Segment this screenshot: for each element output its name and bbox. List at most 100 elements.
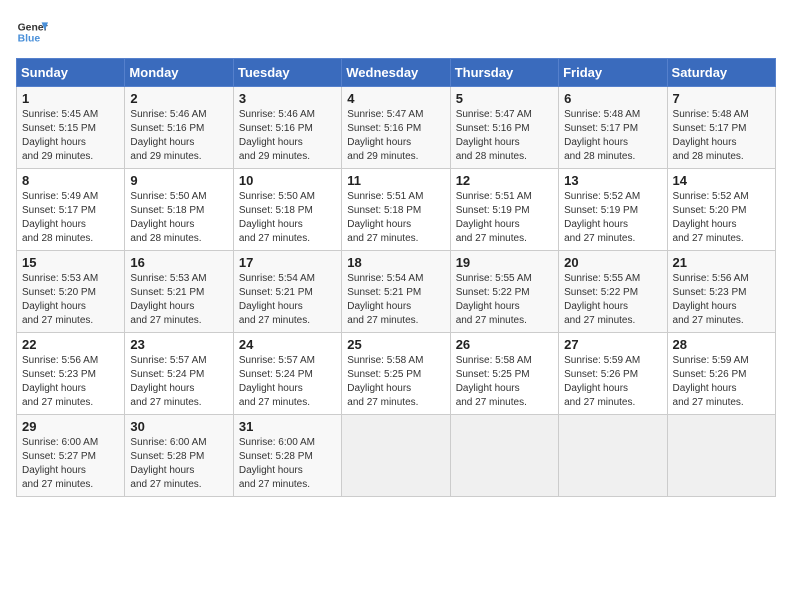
day-info: Sunrise: 5:51 AM Sunset: 5:18 PM Dayligh… <box>347 190 444 246</box>
day-info: Sunrise: 5:47 AM Sunset: 5:16 PM Dayligh… <box>456 108 553 164</box>
day-number: 16 <box>130 255 227 270</box>
day-number: 9 <box>130 173 227 188</box>
weekday-header: Tuesday <box>233 59 341 87</box>
day-info: Sunrise: 5:58 AM Sunset: 5:25 PM Dayligh… <box>456 354 553 410</box>
day-number: 27 <box>564 337 661 352</box>
calendar-cell: 14 Sunrise: 5:52 AM Sunset: 5:20 PM Dayl… <box>667 169 775 251</box>
day-number: 1 <box>22 91 119 106</box>
day-number: 10 <box>239 173 336 188</box>
calendar-cell: 9 Sunrise: 5:50 AM Sunset: 5:18 PM Dayli… <box>125 169 233 251</box>
calendar-cell: 12 Sunrise: 5:51 AM Sunset: 5:19 PM Dayl… <box>450 169 558 251</box>
calendar-cell: 7 Sunrise: 5:48 AM Sunset: 5:17 PM Dayli… <box>667 87 775 169</box>
day-number: 25 <box>347 337 444 352</box>
calendar-cell: 10 Sunrise: 5:50 AM Sunset: 5:18 PM Dayl… <box>233 169 341 251</box>
calendar-cell: 16 Sunrise: 5:53 AM Sunset: 5:21 PM Dayl… <box>125 251 233 333</box>
day-info: Sunrise: 5:49 AM Sunset: 5:17 PM Dayligh… <box>22 190 119 246</box>
calendar-cell: 8 Sunrise: 5:49 AM Sunset: 5:17 PM Dayli… <box>17 169 125 251</box>
day-info: Sunrise: 5:53 AM Sunset: 5:20 PM Dayligh… <box>22 272 119 328</box>
day-number: 24 <box>239 337 336 352</box>
calendar-cell: 5 Sunrise: 5:47 AM Sunset: 5:16 PM Dayli… <box>450 87 558 169</box>
calendar-header-row: SundayMondayTuesdayWednesdayThursdayFrid… <box>17 59 776 87</box>
day-info: Sunrise: 5:54 AM Sunset: 5:21 PM Dayligh… <box>347 272 444 328</box>
calendar-week-row: 8 Sunrise: 5:49 AM Sunset: 5:17 PM Dayli… <box>17 169 776 251</box>
day-info: Sunrise: 5:54 AM Sunset: 5:21 PM Dayligh… <box>239 272 336 328</box>
day-number: 11 <box>347 173 444 188</box>
day-number: 13 <box>564 173 661 188</box>
day-info: Sunrise: 5:52 AM Sunset: 5:20 PM Dayligh… <box>673 190 770 246</box>
day-info: Sunrise: 5:59 AM Sunset: 5:26 PM Dayligh… <box>673 354 770 410</box>
calendar-week-row: 1 Sunrise: 5:45 AM Sunset: 5:15 PM Dayli… <box>17 87 776 169</box>
day-info: Sunrise: 5:53 AM Sunset: 5:21 PM Dayligh… <box>130 272 227 328</box>
day-number: 23 <box>130 337 227 352</box>
day-info: Sunrise: 5:55 AM Sunset: 5:22 PM Dayligh… <box>564 272 661 328</box>
day-number: 15 <box>22 255 119 270</box>
calendar-cell: 19 Sunrise: 5:55 AM Sunset: 5:22 PM Dayl… <box>450 251 558 333</box>
calendar-table: SundayMondayTuesdayWednesdayThursdayFrid… <box>16 58 776 497</box>
calendar-cell: 28 Sunrise: 5:59 AM Sunset: 5:26 PM Dayl… <box>667 333 775 415</box>
calendar-cell <box>342 415 450 497</box>
calendar-cell: 25 Sunrise: 5:58 AM Sunset: 5:25 PM Dayl… <box>342 333 450 415</box>
day-info: Sunrise: 5:52 AM Sunset: 5:19 PM Dayligh… <box>564 190 661 246</box>
day-info: Sunrise: 5:55 AM Sunset: 5:22 PM Dayligh… <box>456 272 553 328</box>
calendar-cell: 21 Sunrise: 5:56 AM Sunset: 5:23 PM Dayl… <box>667 251 775 333</box>
calendar-cell: 29 Sunrise: 6:00 AM Sunset: 5:27 PM Dayl… <box>17 415 125 497</box>
day-number: 20 <box>564 255 661 270</box>
day-number: 30 <box>130 419 227 434</box>
calendar-cell: 24 Sunrise: 5:57 AM Sunset: 5:24 PM Dayl… <box>233 333 341 415</box>
day-info: Sunrise: 6:00 AM Sunset: 5:27 PM Dayligh… <box>22 436 119 492</box>
calendar-cell: 3 Sunrise: 5:46 AM Sunset: 5:16 PM Dayli… <box>233 87 341 169</box>
day-number: 5 <box>456 91 553 106</box>
day-number: 21 <box>673 255 770 270</box>
calendar-cell: 18 Sunrise: 5:54 AM Sunset: 5:21 PM Dayl… <box>342 251 450 333</box>
svg-text:Blue: Blue <box>18 34 41 45</box>
calendar-cell: 26 Sunrise: 5:58 AM Sunset: 5:25 PM Dayl… <box>450 333 558 415</box>
day-info: Sunrise: 6:00 AM Sunset: 5:28 PM Dayligh… <box>130 436 227 492</box>
day-number: 26 <box>456 337 553 352</box>
day-info: Sunrise: 5:58 AM Sunset: 5:25 PM Dayligh… <box>347 354 444 410</box>
calendar-cell: 30 Sunrise: 6:00 AM Sunset: 5:28 PM Dayl… <box>125 415 233 497</box>
calendar-cell: 27 Sunrise: 5:59 AM Sunset: 5:26 PM Dayl… <box>559 333 667 415</box>
day-number: 14 <box>673 173 770 188</box>
calendar-cell: 17 Sunrise: 5:54 AM Sunset: 5:21 PM Dayl… <box>233 251 341 333</box>
calendar-week-row: 22 Sunrise: 5:56 AM Sunset: 5:23 PM Dayl… <box>17 333 776 415</box>
day-number: 6 <box>564 91 661 106</box>
calendar-cell: 11 Sunrise: 5:51 AM Sunset: 5:18 PM Dayl… <box>342 169 450 251</box>
day-number: 17 <box>239 255 336 270</box>
day-number: 31 <box>239 419 336 434</box>
calendar-cell: 4 Sunrise: 5:47 AM Sunset: 5:16 PM Dayli… <box>342 87 450 169</box>
weekday-header: Thursday <box>450 59 558 87</box>
calendar-cell: 23 Sunrise: 5:57 AM Sunset: 5:24 PM Dayl… <box>125 333 233 415</box>
logo-icon: General Blue <box>16 16 48 48</box>
day-number: 3 <box>239 91 336 106</box>
weekday-header: Saturday <box>667 59 775 87</box>
calendar-cell: 1 Sunrise: 5:45 AM Sunset: 5:15 PM Dayli… <box>17 87 125 169</box>
logo: General Blue <box>16 16 48 48</box>
calendar-cell: 20 Sunrise: 5:55 AM Sunset: 5:22 PM Dayl… <box>559 251 667 333</box>
day-info: Sunrise: 5:46 AM Sunset: 5:16 PM Dayligh… <box>239 108 336 164</box>
day-number: 29 <box>22 419 119 434</box>
day-info: Sunrise: 6:00 AM Sunset: 5:28 PM Dayligh… <box>239 436 336 492</box>
page-header: General Blue <box>16 16 776 48</box>
calendar-cell: 15 Sunrise: 5:53 AM Sunset: 5:20 PM Dayl… <box>17 251 125 333</box>
calendar-cell <box>559 415 667 497</box>
calendar-cell <box>667 415 775 497</box>
day-info: Sunrise: 5:46 AM Sunset: 5:16 PM Dayligh… <box>130 108 227 164</box>
day-info: Sunrise: 5:57 AM Sunset: 5:24 PM Dayligh… <box>130 354 227 410</box>
calendar-cell: 13 Sunrise: 5:52 AM Sunset: 5:19 PM Dayl… <box>559 169 667 251</box>
day-number: 19 <box>456 255 553 270</box>
calendar-cell: 2 Sunrise: 5:46 AM Sunset: 5:16 PM Dayli… <box>125 87 233 169</box>
calendar-week-row: 15 Sunrise: 5:53 AM Sunset: 5:20 PM Dayl… <box>17 251 776 333</box>
weekday-header: Wednesday <box>342 59 450 87</box>
day-number: 7 <box>673 91 770 106</box>
calendar-cell: 22 Sunrise: 5:56 AM Sunset: 5:23 PM Dayl… <box>17 333 125 415</box>
weekday-header: Sunday <box>17 59 125 87</box>
calendar-cell: 31 Sunrise: 6:00 AM Sunset: 5:28 PM Dayl… <box>233 415 341 497</box>
day-info: Sunrise: 5:50 AM Sunset: 5:18 PM Dayligh… <box>130 190 227 246</box>
day-number: 2 <box>130 91 227 106</box>
calendar-cell <box>450 415 558 497</box>
day-number: 8 <box>22 173 119 188</box>
day-info: Sunrise: 5:45 AM Sunset: 5:15 PM Dayligh… <box>22 108 119 164</box>
day-info: Sunrise: 5:48 AM Sunset: 5:17 PM Dayligh… <box>564 108 661 164</box>
day-number: 28 <box>673 337 770 352</box>
calendar-cell: 6 Sunrise: 5:48 AM Sunset: 5:17 PM Dayli… <box>559 87 667 169</box>
